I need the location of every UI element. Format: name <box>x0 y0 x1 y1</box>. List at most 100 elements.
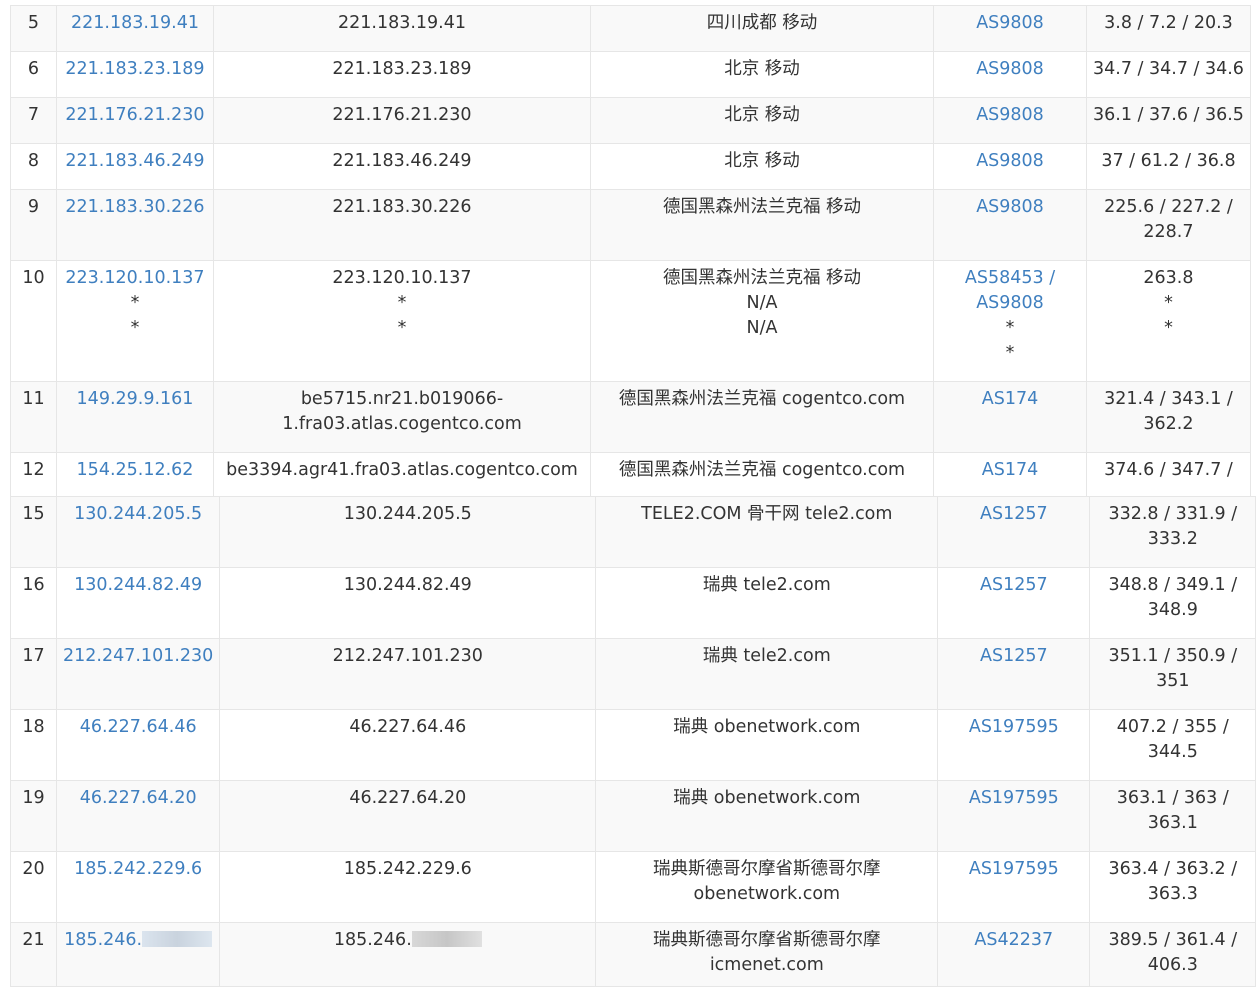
hop-asn-link: AS197595 <box>937 851 1091 923</box>
hop-latency: 332.8 / 331.9 / 333.2 <box>1089 496 1257 568</box>
redaction-blur <box>411 931 482 947</box>
hop-ip-link-line[interactable]: 130.244.205.5 <box>63 502 213 527</box>
hop-asn-link-line[interactable]: AS9808 <box>940 57 1080 82</box>
hop-location: 瑞典斯德哥尔摩省斯德哥尔摩 obenetwork.com <box>595 851 939 923</box>
hop-ip-link-line[interactable]: 221.183.19.41 <box>63 11 207 36</box>
hop-asn-link: AS9808 <box>933 97 1087 144</box>
table-row: 21 185.246. 185.246. 瑞典斯德哥尔摩省斯德哥尔摩 icmenet.c… <box>10 922 1257 987</box>
hop-location-line: 北京 移动 <box>724 105 800 125</box>
hop-hostname: 130.244.205.5 <box>219 496 597 568</box>
hop-latency-line: 363.1 / 363 / <box>1116 788 1229 808</box>
hop-latency-line: 351.1 / 350.9 / <box>1108 646 1238 666</box>
table-row: 19 46.227.64.20 46.227.64.20 瑞典 obenetwork.… <box>10 780 1257 852</box>
hop-asn-link-line[interactable]: AS9808 <box>940 11 1080 36</box>
hop-hostname: be3394.agr41.fra03.atlas.cogentco.com <box>213 452 591 499</box>
hop-latency-line: 362.2 <box>1143 414 1194 434</box>
hop-asn-link-line[interactable]: AS1257 <box>944 502 1083 527</box>
hop-ip-link-line[interactable]: 185.246. <box>64 930 142 950</box>
hop-asn-link: AS9808 <box>933 5 1087 52</box>
hop-hostname-line: 212.247.101.230 <box>332 646 483 666</box>
hop-latency: 263.8 * * <box>1086 260 1251 382</box>
hop-ip-link-line[interactable]: 154.25.12.62 <box>63 458 207 483</box>
hop-hostname: 212.247.101.230 <box>219 638 597 710</box>
hop-asn-link-line[interactable]: AS9808 <box>940 103 1080 128</box>
hop-asn-link-line[interactable]: AS9808 <box>940 291 1080 316</box>
hop-latency: 407.2 / 355 / 344.5 <box>1089 709 1257 781</box>
hop-ip-link-line[interactable]: 46.227.64.46 <box>63 715 213 740</box>
hop-latency-line: 263.8 <box>1143 268 1194 288</box>
hop-location: 瑞典 tele2.com <box>595 638 939 710</box>
hop-location: TELE2.COM 骨干网 tele2.com <box>595 496 939 568</box>
hop-ip-link-line[interactable]: 185.242.229.6 <box>63 857 213 882</box>
hop-hostname: 221.183.19.41 <box>213 5 591 52</box>
hop-hostname: 46.227.64.46 <box>219 709 597 781</box>
hop-hostname-line: 221.183.23.189 <box>332 59 472 79</box>
hop-latency-line: * <box>1164 293 1173 313</box>
hop-ip-link-line[interactable]: 149.29.9.161 <box>63 387 207 412</box>
hop-ip-link-line[interactable]: 221.183.30.226 <box>63 195 207 220</box>
hop-hostname-line: 185.242.229.6 <box>343 859 472 879</box>
traceroute-table-lower: 15 130.244.205.5 130.244.205.5 TELE2.COM 骨干… <box>10 496 1257 987</box>
hop-hostname: 185.246. <box>219 922 597 987</box>
hop-asn-link-line[interactable]: AS174 <box>940 387 1080 412</box>
hop-number: 18 <box>10 709 57 781</box>
hop-ip-link-line[interactable]: 221.183.46.249 <box>63 149 207 174</box>
hop-ip-link-line[interactable]: 223.120.10.137 <box>63 266 207 291</box>
hop-latency-line: 363.1 <box>1147 813 1198 833</box>
table-row: 9 221.183.30.226 221.183.30.226 德国黑森州法兰克福 移… <box>10 189 1251 261</box>
hop-location-line: 瑞典斯德哥尔摩省斯德哥尔摩 <box>653 859 881 879</box>
hop-latency-line: 3.8 / 7.2 / 20.3 <box>1104 13 1233 33</box>
hop-asn-link-line[interactable]: AS58453 / <box>940 266 1080 291</box>
hop-hostname-line: 130.244.82.49 <box>343 575 472 595</box>
hop-hostname: 46.227.64.20 <box>219 780 597 852</box>
hop-latency: 351.1 / 350.9 / 351 <box>1089 638 1257 710</box>
hop-location: 瑞典 tele2.com <box>595 567 939 639</box>
hop-number: 16 <box>10 567 57 639</box>
hop-latency-line: 344.5 <box>1147 742 1198 762</box>
hop-hostname: be5715.nr21.b019066- 1.fra03.atlas.cogent… <box>213 381 591 453</box>
hop-hostname: 221.183.23.189 <box>213 51 591 98</box>
hop-asn-link: AS9808 <box>933 189 1087 261</box>
hop-hostname-line: 46.227.64.46 <box>349 717 467 737</box>
redaction-blur <box>142 931 213 947</box>
hop-ip-link-line[interactable]: 46.227.64.20 <box>63 786 213 811</box>
hop-asn-link-line[interactable]: AS197595 <box>944 857 1083 882</box>
hop-location-line: 瑞典 tele2.com <box>702 646 831 666</box>
hop-number: 17 <box>10 638 57 710</box>
hop-asn-link-line[interactable]: AS197595 <box>944 715 1083 740</box>
hop-ip-link-line[interactable]: 130.244.82.49 <box>63 573 213 598</box>
hop-asn-link-line[interactable]: AS9808 <box>940 149 1080 174</box>
hop-ip-link-line: * <box>130 293 140 313</box>
hop-asn-link: AS197595 <box>937 709 1091 781</box>
hop-asn-link-line[interactable]: AS197595 <box>944 786 1083 811</box>
hop-asn-link: AS9808 <box>933 143 1087 190</box>
hop-asn-link: AS58453 /AS9808 * * <box>933 260 1087 382</box>
hop-asn-link-line[interactable]: AS9808 <box>940 195 1080 220</box>
hop-latency: 348.8 / 349.1 / 348.9 <box>1089 567 1257 639</box>
hop-number: 20 <box>10 851 57 923</box>
hop-latency: 34.7 / 34.7 / 34.6 <box>1086 51 1251 98</box>
hop-latency-line: 348.9 <box>1147 600 1198 620</box>
table-row: 5 221.183.19.41 221.183.19.41 四川成都 移动 AS9808… <box>10 5 1251 52</box>
hop-number: 11 <box>10 381 57 453</box>
table-row: 10 223.120.10.137 * * 223.120.10.137 * * 德国黑森州法… <box>10 260 1251 382</box>
hop-latency-line: 363.3 <box>1147 884 1198 904</box>
hop-asn-link-line[interactable]: AS1257 <box>944 573 1083 598</box>
hop-latency-line: 225.6 / 227.2 / <box>1104 197 1233 217</box>
hop-latency-line: 407.2 / 355 / <box>1116 717 1229 737</box>
hop-asn-link-line[interactable]: AS174 <box>940 458 1080 483</box>
hop-asn-link-line[interactable]: AS1257 <box>944 644 1083 669</box>
hop-location-line: 德国黑森州法兰克福 cogentco.com <box>618 389 906 409</box>
hop-number: 7 <box>10 97 57 144</box>
hop-asn-link-line[interactable]: AS42237 <box>944 928 1083 953</box>
hop-ip-link-line[interactable]: 221.183.23.189 <box>63 57 207 82</box>
hop-ip-link: 185.246. <box>55 922 221 987</box>
hop-ip-link: 130.244.205.5 <box>55 496 221 568</box>
hop-location: 瑞典 obenetwork.com <box>595 709 939 781</box>
hop-latency-line: * <box>1164 318 1173 338</box>
hop-ip-link-line[interactable]: 212.247.101.230 <box>63 644 213 669</box>
hop-latency: 363.4 / 363.2 / 363.3 <box>1089 851 1257 923</box>
hop-latency-line: 321.4 / 343.1 / <box>1104 389 1233 409</box>
hop-ip-link-line[interactable]: 221.176.21.230 <box>63 103 207 128</box>
hop-location-line: 四川成都 移动 <box>706 13 818 33</box>
